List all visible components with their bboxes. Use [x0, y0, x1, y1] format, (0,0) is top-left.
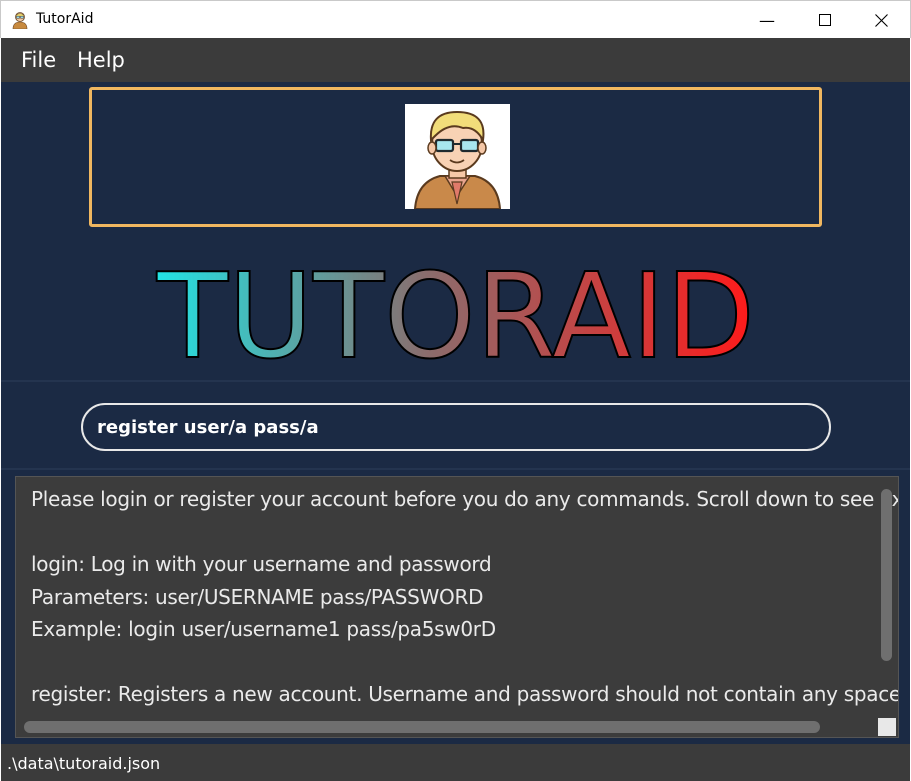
result-line: Parameters: user/USERNAME pass/PASSWORD [31, 584, 484, 609]
avatar [405, 104, 510, 210]
tutor-avatar-icon [413, 110, 502, 210]
window-title: TutorAid [36, 11, 94, 27]
scroll-corner [878, 718, 896, 736]
result-line: Example: login user/username1 pass/pa5sw… [31, 617, 496, 641]
result-line: Please login or register your account be… [31, 487, 899, 511]
tutoraid-logo: TUTORAID [1, 242, 910, 386]
vertical-scrollbar[interactable] [881, 489, 892, 661]
close-button[interactable] [852, 1, 910, 39]
app-icon [12, 12, 28, 29]
result-display[interactable]: Please login or register your account be… [15, 476, 899, 738]
divider [1, 380, 910, 382]
command-input-value: register user/a pass/a [97, 417, 319, 438]
result-line: register: Registers a new account. Usern… [31, 682, 899, 706]
result-line: login: Log in with your username and pas… [31, 552, 492, 576]
command-input[interactable]: register user/a pass/a [81, 403, 831, 451]
avatar-banner [89, 87, 822, 227]
close-icon [874, 13, 888, 27]
maximize-icon [819, 14, 831, 26]
title-bar: TutorAid — [0, 0, 911, 38]
divider [1, 468, 910, 470]
main-panel: TUTORAID register user/a pass/a Please l… [1, 82, 910, 744]
status-bar: .\data\tutoraid.json [1, 744, 910, 781]
save-location-text: .\data\tutoraid.json [7, 754, 161, 773]
logo-text: TUTORAID [156, 247, 755, 372]
horizontal-scrollbar[interactable] [24, 721, 820, 733]
minimize-button[interactable]: — [738, 1, 796, 39]
logo-svg: TUTORAID [155, 246, 756, 386]
minimize-icon: — [759, 10, 775, 30]
maximize-button[interactable] [796, 1, 854, 39]
menu-bar: File Help [1, 38, 910, 82]
menu-help[interactable]: Help [77, 48, 125, 72]
menu-file[interactable]: File [21, 48, 56, 72]
